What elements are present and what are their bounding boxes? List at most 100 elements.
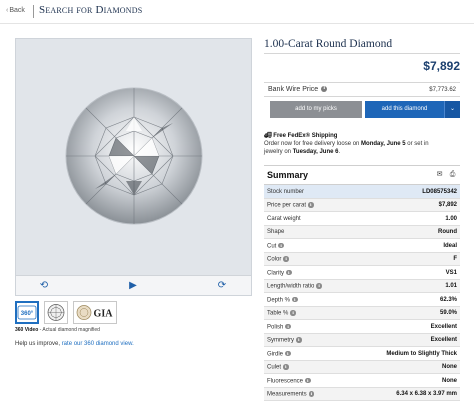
set-delivery-date: Tuesday, June 6 — [292, 149, 339, 155]
summary-row: Measurements i 6.34 x 6.38 x 3.97 mm — [264, 387, 460, 401]
summary-row-label-text: Clarity — [267, 269, 285, 276]
360-badge-text: 360° — [21, 311, 34, 317]
thumb-diamond-face[interactable] — [44, 301, 68, 324]
summary-row-label: Symmetry i — [267, 337, 302, 343]
summary-row: Color i F — [264, 252, 460, 266]
info-icon[interactable]: i — [308, 391, 315, 397]
rotate-left-icon[interactable]: ⟲ — [37, 279, 51, 293]
summary-row: Depth % i 62.3% — [264, 293, 460, 307]
shipping-head-text: Free FedEx® Shipping — [273, 133, 338, 139]
info-icon[interactable]: i — [321, 86, 328, 93]
info-icon[interactable]: i — [305, 377, 311, 383]
feedback-text: Help us improve, — [15, 341, 62, 347]
summary-row-label-text: Price per carat — [267, 202, 307, 209]
summary-row-value: LD08575342 — [422, 188, 457, 195]
summary-row-value: F — [453, 256, 457, 262]
summary-row-value: None — [442, 364, 457, 370]
summary-row-value: Ideal — [443, 242, 457, 249]
summary-row-label: Polish i — [267, 323, 291, 330]
summary-row-label-text: Polish — [267, 323, 284, 330]
gia-certificate-icon: GIA — [76, 305, 114, 320]
summary-title: Summary — [267, 170, 309, 180]
summary-row-label-text: Culet — [267, 364, 282, 371]
bank-wire-row: Bank Wire Price i $7,773.62 — [264, 82, 460, 97]
summary-table: Summary ✉ ⎙ Stock number LD08575342 Price … — [264, 165, 460, 401]
summary-row: Shape Round — [264, 225, 460, 239]
info-icon[interactable]: i — [308, 202, 314, 208]
chevron-down-icon[interactable]: ⌄ — [444, 101, 460, 118]
summary-row: Polish i Excellent — [264, 320, 460, 334]
summary-row-label: Shape — [267, 229, 284, 235]
summary-row-value: None — [442, 377, 457, 384]
play-icon[interactable]: ▶ — [126, 279, 140, 293]
summary-row-label: Fluorescence i — [267, 377, 311, 384]
summary-row: Table % i 59.0% — [264, 306, 460, 320]
diamond-image[interactable] — [16, 39, 251, 275]
info-icon[interactable]: i — [278, 242, 284, 248]
add-to-picks-button[interactable]: add to my picks — [270, 101, 362, 118]
shipping-line-1: Order now for free delivery loose on Mon… — [264, 140, 460, 148]
summary-row-value: 1.01 — [445, 283, 457, 289]
summary-row-label-text: Measurements — [267, 391, 307, 398]
thumb-360-video[interactable]: 360° — [15, 301, 39, 324]
info-icon[interactable]: i — [283, 364, 289, 370]
summary-row-label-text: Shape — [267, 229, 285, 235]
diamond-viewer[interactable]: ⟲ ▶ ⟳ — [15, 38, 252, 296]
summary-row: Symmetry i Excellent — [264, 333, 460, 347]
bank-wire-label-text: Bank Wire Price — [268, 86, 319, 93]
info-icon[interactable]: i — [285, 350, 291, 356]
360-video-icon: 360° — [17, 305, 37, 320]
summary-row-value: Excellent — [430, 337, 457, 343]
summary-row-label: Carat weight — [267, 216, 301, 222]
info-icon[interactable]: i — [292, 296, 298, 302]
summary-row-label: Price per carat i — [267, 202, 314, 208]
gia-badge-text: GIA — [94, 309, 114, 320]
shipping-info: 🚚︎ Free FedEx® Shipping Order now for fr… — [264, 132, 460, 156]
summary-row-value: VS1 — [445, 269, 457, 276]
chevron-left-icon: ‹ — [6, 7, 9, 14]
shipping-text: Order now for free delivery loose on — [264, 141, 362, 147]
rate-360-link[interactable]: rate our 360 diamond view. — [62, 341, 134, 347]
summary-row-label-text: Stock number — [267, 188, 305, 195]
summary-row-label: Length/width ratio i — [267, 283, 322, 289]
shipping-text: or set in — [405, 141, 429, 147]
summary-row: Stock number LD08575342 — [264, 185, 460, 199]
summary-header: Summary ✉ ⎙ — [264, 166, 460, 185]
summary-row-value: Excellent — [430, 323, 457, 330]
summary-row-label-text: Girdle — [267, 350, 284, 357]
info-icon[interactable]: i — [296, 337, 302, 343]
summary-row-label-text: Carat weight — [267, 215, 301, 222]
summary-row-label-text: Symmetry — [267, 337, 294, 344]
shipping-head: 🚚︎ Free FedEx® Shipping — [264, 132, 460, 140]
divider — [33, 5, 34, 18]
feedback-line: Help us improve, rate our 360 diamond vi… — [15, 341, 134, 347]
top-bar: ‹Back Search for Diamonds — [0, 0, 474, 24]
divider — [264, 53, 460, 54]
summary-rows: Stock number LD08575342 Price per carat i $7… — [264, 185, 460, 401]
summary-row: Fluorescence i None — [264, 374, 460, 388]
info-icon[interactable]: i — [283, 256, 289, 262]
caption-bold: 360 Video — [15, 327, 39, 333]
add-this-diamond-button[interactable]: add this diamond — [365, 101, 444, 118]
summary-row: Price per carat i $7,892 — [264, 198, 460, 212]
summary-row: Cut i Ideal — [264, 239, 460, 253]
back-link[interactable]: ‹Back — [6, 7, 25, 14]
print-icon[interactable]: ⎙ — [448, 170, 457, 179]
summary-row-label-text: Depth % — [267, 296, 291, 303]
info-icon[interactable]: i — [286, 269, 292, 275]
summary-row: Carat weight 1.00 — [264, 212, 460, 226]
email-icon[interactable]: ✉ — [435, 170, 444, 179]
thumb-gia-certificate[interactable]: GIA — [73, 301, 117, 324]
info-icon[interactable]: i — [290, 310, 296, 316]
info-icon[interactable]: i — [316, 283, 322, 289]
summary-row-label: Table % i — [267, 310, 296, 316]
page-title: Search for Diamonds — [39, 4, 143, 16]
summary-row: Girdle i Medium to Slightly Thick — [264, 347, 460, 361]
caption-rest: - Actual diamond magnified — [38, 327, 100, 333]
info-icon[interactable]: i — [285, 323, 291, 329]
thumb-caption: 360 Video - Actual diamond magnified — [15, 327, 100, 333]
summary-row-label-text: Cut — [267, 242, 277, 249]
viewer-controls: ⟲ ▶ ⟳ — [16, 275, 251, 295]
rotate-right-icon[interactable]: ⟳ — [215, 279, 229, 293]
truck-icon: 🚚︎ — [264, 133, 274, 139]
